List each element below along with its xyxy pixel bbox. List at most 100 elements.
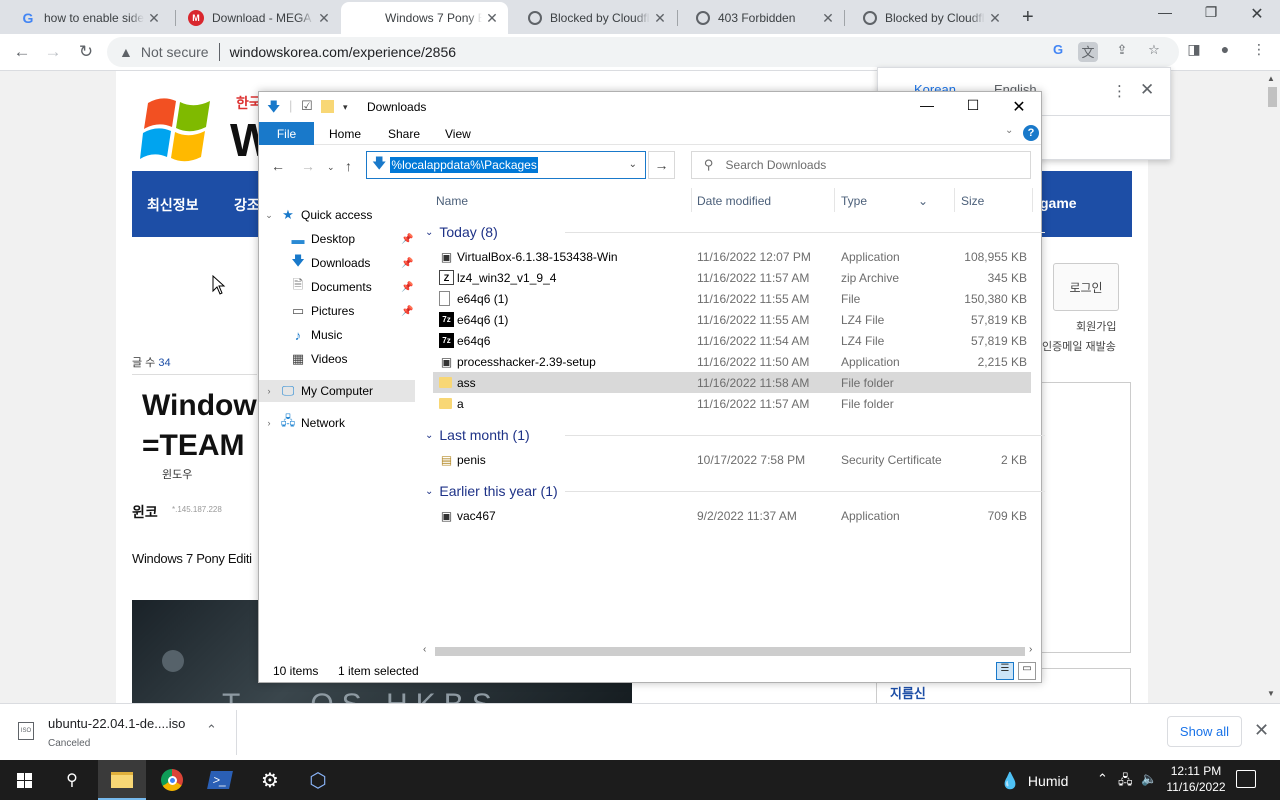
details-view-button[interactable]: ☰ [996, 662, 1014, 680]
file-row[interactable]: Zlz4_win32_v1_9_4 11/16/2022 11:57 AM zip … [433, 267, 1031, 288]
file-row[interactable]: e64q6 (1) 11/16/2022 11:55 AM File 150,380 … [433, 288, 1031, 309]
minimize-icon[interactable]: — [907, 97, 947, 113]
page-scrollbar[interactable]: ▲ ▼ [1264, 71, 1280, 703]
warning-icon[interactable]: ▲ [119, 44, 133, 60]
column-header-type[interactable]: Type [841, 194, 867, 208]
column-header-size[interactable]: Size [961, 194, 984, 208]
nav-item-music[interactable]: ♪ Music [259, 324, 415, 346]
search-input[interactable]: ⚲ Search Downloads [691, 151, 1031, 179]
address-bar[interactable]: ▲ Not secure windowskorea.com/experience… [107, 37, 1179, 67]
close-tab-icon[interactable]: ✕ [144, 10, 164, 27]
pin-icon[interactable]: 📌 [401, 234, 413, 245]
post-author[interactable]: 윈코 [132, 502, 158, 522]
ribbon-tab-file[interactable]: File [259, 122, 314, 145]
search-icon[interactable]: ⚲ [48, 760, 96, 800]
nav-item-pictures[interactable]: ▭ Pictures 📌 [259, 300, 415, 322]
file-row[interactable]: a 11/16/2022 11:57 AM File folder [433, 393, 1031, 414]
start-button[interactable] [0, 760, 48, 800]
browser-tab[interactable]: G how to enable side ✕ [0, 2, 170, 34]
nav-item-videos[interactable]: ▦ Videos [259, 348, 415, 370]
network-icon[interactable]: 🖧 [1118, 771, 1133, 793]
nav-item[interactable]: 강조 [234, 195, 260, 215]
maximize-icon[interactable]: ☐ [953, 97, 993, 114]
file-explorer-taskbar-button[interactable] [98, 760, 146, 800]
close-tab-icon[interactable]: ✕ [482, 10, 502, 27]
column-divider[interactable] [1032, 188, 1033, 212]
horizontal-scrollbar[interactable]: ‹ › [421, 643, 1041, 660]
join-link[interactable]: 회원가입 [1076, 318, 1116, 334]
close-window-icon[interactable]: ✕ [1234, 4, 1280, 24]
browser-tab[interactable]: Blocked by Cloudfl ✕ [843, 2, 1011, 34]
scroll-up-icon[interactable]: ▲ [1267, 74, 1275, 83]
nav-item[interactable]: 최신정보 [147, 195, 199, 215]
chevron-up-icon[interactable]: ⌃ [206, 722, 217, 738]
file-row[interactable]: 7z e64q6 (1) 11/16/2022 11:55 AM LZ4 File 57… [433, 309, 1031, 330]
large-icons-view-button[interactable]: ▭ [1018, 662, 1036, 680]
close-icon[interactable]: ✕ [1254, 720, 1269, 741]
column-header-name[interactable]: Name [436, 194, 468, 208]
address-path[interactable]: %localappdata%\Packages [390, 157, 538, 173]
chevron-up-icon[interactable]: ⌃ [1097, 771, 1108, 787]
go-button[interactable]: → [648, 151, 675, 179]
column-divider[interactable] [691, 188, 692, 212]
browser-tab[interactable]: Blocked by Cloudfl ✕ [508, 2, 676, 34]
virtualbox-cube-icon[interactable]: ⬡ [294, 760, 342, 800]
profile-icon[interactable]: ● [1214, 41, 1236, 63]
pin-icon[interactable]: 📌 [401, 282, 413, 293]
google-lens-icon[interactable]: G [1048, 42, 1068, 62]
scroll-down-icon[interactable]: ▼ [1267, 689, 1275, 698]
up-button[interactable]: ↑ [345, 158, 352, 174]
nav-item-downloads[interactable]: 🡇 Downloads 📌 [259, 252, 415, 274]
file-row[interactable]: ▣ processhacker-2.39-setup 11/16/2022 11:5… [433, 351, 1031, 372]
nav-item[interactable]: game [1040, 195, 1077, 211]
browser-tab[interactable]: 403 Forbidden ✕ [676, 2, 844, 34]
share-icon[interactable]: ⇪ [1112, 42, 1132, 62]
pin-icon[interactable]: 📌 [401, 306, 413, 317]
weather-widget[interactable]: 💧 Humid [1000, 771, 1068, 791]
file-row[interactable]: 7z e64q6 11/16/2022 11:54 AM LZ4 File 57,819… [433, 330, 1031, 351]
column-divider[interactable] [834, 188, 835, 212]
browser-tab[interactable]: M Download - MEGA ✕ [168, 2, 340, 34]
download-filename[interactable]: ubuntu-22.04.1-de....iso [48, 716, 185, 731]
file-group-header[interactable]: ⌄ Earlier this year (1) [425, 481, 1045, 501]
reload-button[interactable]: ↻ [74, 40, 98, 64]
more-options-icon[interactable]: ⋮ [1112, 82, 1127, 100]
file-row[interactable]: ▣ VirtualBox-6.1.38-153438-Win 11/16/2022 … [433, 246, 1031, 267]
notification-icon[interactable] [1236, 770, 1256, 788]
help-icon[interactable]: ? [1023, 125, 1039, 141]
customize-qat-icon[interactable]: ▾ [343, 102, 348, 113]
minimize-icon[interactable]: — [1142, 4, 1188, 20]
address-input[interactable]: 🡇 %localappdata%\Packages ⌄ [366, 151, 646, 179]
chevron-down-icon[interactable]: ⌄ [1005, 125, 1013, 136]
restore-icon[interactable]: ❐ [1188, 4, 1234, 21]
nav-item-my-computer[interactable]: › 🖵 My Computer [259, 380, 415, 402]
settings-gear-icon[interactable]: ⚙ [246, 760, 294, 800]
scroll-right-icon[interactable]: › [1029, 644, 1032, 655]
file-row[interactable]: ▤ penis 10/17/2022 7:58 PM Security Certifi… [433, 449, 1031, 470]
chrome-taskbar-button[interactable] [148, 760, 196, 800]
ribbon-tab-view[interactable]: View [445, 127, 471, 141]
expand-chevron-icon[interactable]: › [259, 418, 279, 428]
menu-icon[interactable]: ⋮ [1248, 41, 1270, 63]
show-all-button[interactable]: Show all [1167, 716, 1242, 747]
nav-item-desktop[interactable]: ▬ Desktop 📌 [259, 228, 415, 250]
scrollbar-thumb[interactable] [1268, 87, 1277, 107]
new-folder-icon[interactable] [321, 100, 334, 113]
scrollbar-thumb[interactable] [435, 647, 1025, 656]
browser-tab-active[interactable]: Windows 7 Pony Ed ✕ [341, 2, 508, 34]
pin-icon[interactable]: 📌 [401, 258, 413, 269]
resend-email-link[interactable]: 인증메일 재발송 [1042, 338, 1116, 354]
expand-chevron-icon[interactable]: › [259, 386, 279, 396]
close-window-icon[interactable]: ✕ [999, 97, 1039, 117]
properties-icon[interactable]: ☑ [301, 98, 313, 114]
close-tab-icon[interactable]: ✕ [314, 10, 334, 27]
security-label[interactable]: Not secure [141, 44, 209, 60]
column-header-date[interactable]: Date modified [697, 194, 771, 208]
collapse-chevron-icon[interactable]: ⌄ [425, 227, 433, 238]
recent-locations-icon[interactable]: ⌄ [327, 162, 335, 173]
new-tab-button[interactable]: + [1022, 6, 1034, 29]
volume-icon[interactable]: 🔈 [1141, 771, 1157, 787]
system-clock[interactable]: 12:11 PM 11/16/2022 [1164, 763, 1228, 795]
file-group-header[interactable]: ⌄ Last month (1) [425, 425, 1045, 445]
nav-item-documents[interactable]: 🗎 Documents 📌 [259, 276, 415, 298]
